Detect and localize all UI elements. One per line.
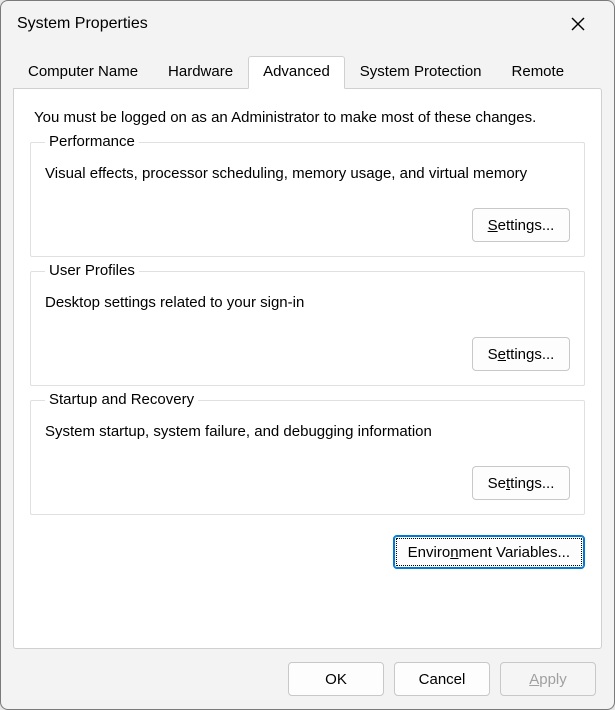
user-profiles-desc: Desktop settings related to your sign-in [45,294,570,311]
startup-recovery-desc: System startup, system failure, and debu… [45,423,570,440]
performance-desc: Visual effects, processor scheduling, me… [45,165,570,182]
startup-recovery-title: Startup and Recovery [45,391,198,408]
user-profiles-settings-button[interactable]: Settings... [472,337,570,371]
environment-variables-button[interactable]: Environment Variables... [393,535,585,569]
admin-note: You must be logged on as an Administrato… [34,109,585,126]
tab-advanced[interactable]: Advanced [248,56,345,89]
close-button[interactable] [556,8,600,40]
tab-computer-name[interactable]: Computer Name [13,56,153,89]
tab-hardware[interactable]: Hardware [153,56,248,89]
advanced-tab-page: You must be logged on as an Administrato… [13,88,602,649]
window-title: System Properties [17,15,556,33]
tab-system-protection[interactable]: System Protection [345,56,497,89]
ok-button[interactable]: OK [288,662,384,696]
apply-button[interactable]: Apply [500,662,596,696]
close-icon [571,17,585,31]
performance-group: Performance Visual effects, processor sc… [30,142,585,257]
system-properties-dialog: System Properties Computer Name Hardware… [0,0,615,710]
tab-remote[interactable]: Remote [497,56,580,89]
titlebar: System Properties [1,1,614,47]
performance-title: Performance [45,133,139,150]
user-profiles-title: User Profiles [45,262,139,279]
user-profiles-group: User Profiles Desktop settings related t… [30,271,585,386]
dialog-footer: OK Cancel Apply [1,649,614,709]
environment-variables-row: Environment Variables... [30,535,585,569]
startup-recovery-settings-button[interactable]: Settings... [472,466,570,500]
tabstrip: Computer Name Hardware Advanced System P… [1,55,614,88]
performance-settings-button[interactable]: Settings... [472,208,570,242]
cancel-button[interactable]: Cancel [394,662,490,696]
startup-recovery-group: Startup and Recovery System startup, sys… [30,400,585,515]
